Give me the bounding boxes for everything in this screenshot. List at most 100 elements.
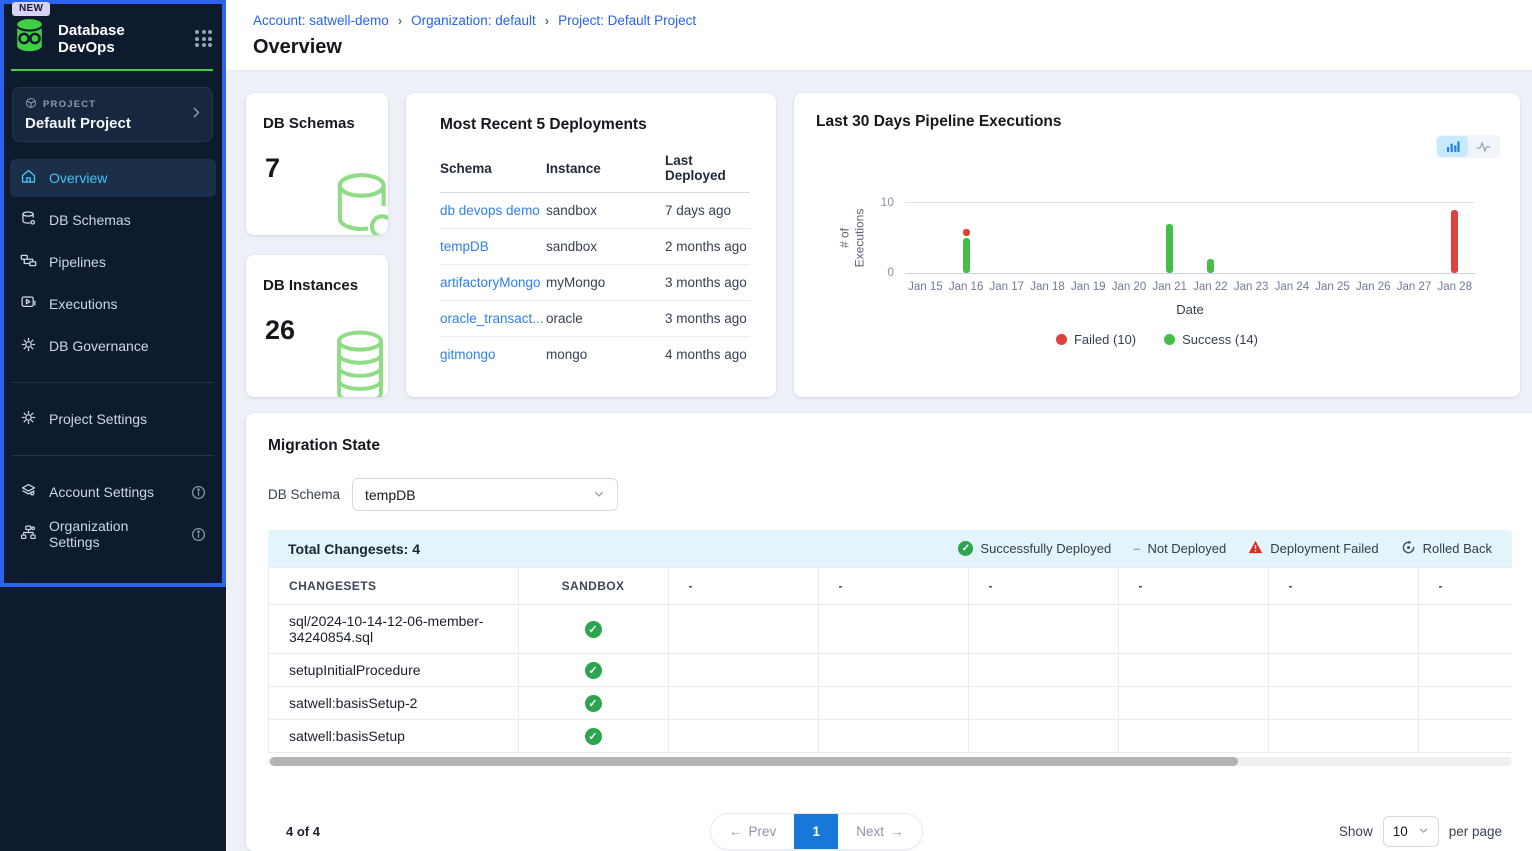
x-tick-label: Jan 24 [1271,281,1312,293]
horizontal-scrollbar-thumb[interactable] [270,757,1238,766]
x-tick-label: Jan 20 [1109,281,1150,293]
sidebar-item-db-schemas[interactable]: DB Schemas [10,201,216,239]
last-deployed-cell: 3 months ago [665,301,750,337]
db-schema-label: DB Schema [268,487,340,502]
database-devops-logo [11,16,48,61]
pipeline-executions-card: Last 30 Days Pipeline Executions # of Ex… [794,93,1520,397]
recent-deployments-table: Schema Instance Last Deployed db devops … [440,144,750,372]
sandbox-status-cell [518,654,668,687]
db-schema-selected-value: tempDB [365,487,416,503]
schema-link[interactable]: db devops demo [440,203,540,218]
x-tick-label: Jan 23 [1231,281,1272,293]
migration-state-title: Migration State [268,437,380,455]
success-check-icon [958,541,973,556]
horizontal-scrollbar-track[interactable] [268,757,1512,766]
play-icon [20,294,37,314]
schema-link[interactable]: artifactoryMongo [440,275,541,290]
db-schemas-label: DB Schemas [263,115,355,132]
per-page-select[interactable]: 10 [1383,816,1439,847]
bar-slot [905,203,946,273]
chevron-down-icon [593,487,605,503]
success-check-icon [585,728,602,745]
sidebar-item-overview[interactable]: Overview [10,159,216,197]
project-selector[interactable]: PROJECT Default Project [12,87,213,142]
sidebar-item-label: Executions [49,296,117,312]
sidebar-item-account-settings[interactable]: Account Settings [10,473,216,511]
sidebar-item-pipelines[interactable]: Pipelines [10,243,216,281]
org-chart-icon [20,524,37,544]
page-number-button[interactable]: 1 [794,814,838,849]
table-row: tempDB sandbox 2 months ago [440,229,750,265]
table-row: gitmongo mongo 4 months ago [440,337,750,373]
project-label: PROJECT [43,99,96,110]
changeset-row: satwell:basisSetup [269,720,1512,753]
x-tick-label: Jan 28 [1434,281,1475,293]
project-cube-icon [25,97,37,112]
bar-chart-toggle[interactable] [1437,136,1468,157]
schema-link[interactable]: gitmongo [440,347,496,362]
schema-link[interactable]: tempDB [440,239,489,254]
sidebar-item-executions[interactable]: Executions [10,285,216,323]
bar-slot [1109,203,1150,273]
changesets-panel: Total Changesets: 4 Successfully Deploye… [268,530,1512,766]
changeset-name: satwell:basisSetup [269,720,518,753]
brand-title: Database DevOps [58,22,185,56]
project-name: Default Project [25,115,186,132]
database-icon [20,210,37,230]
sidebar-item-label: Account Settings [49,484,154,500]
success-bar [1207,259,1214,273]
schema-link[interactable]: oracle_transact... [440,311,544,326]
sandbox-status-cell [518,720,668,753]
dash-icon: – [1133,541,1140,556]
x-tick-label: Jan 27 [1394,281,1435,293]
x-tick-label: Jan 21 [1149,281,1190,293]
instance-cell: mongo [546,337,665,373]
x-tick-label: Jan 26 [1353,281,1394,293]
next-page-button[interactable]: Next → [838,814,921,849]
legend-item-failed[interactable]: Failed (10) [1056,332,1136,347]
line-chart-toggle[interactable] [1468,136,1499,157]
layers-gear-icon [20,482,37,502]
sandbox-status-cell [518,605,668,654]
table-row: artifactoryMongo myMongo 3 months ago [440,265,750,301]
pagination: ← Prev 1 Next → [710,813,923,850]
recent-deployments-card: Most Recent 5 Deployments Schema Instanc… [406,93,776,397]
db-instances-card: DB Instances 26 [246,255,388,397]
prev-page-button[interactable]: ← Prev [711,814,794,849]
x-tick-label: Jan 17 [986,281,1027,293]
pipeline-icon [20,252,37,272]
breadcrumb-account-link[interactable]: Account: satwell-demo [253,13,389,28]
page-title: Overview [253,36,342,59]
sidebar-item-db-governance[interactable]: DB Governance [10,327,216,365]
divider [12,382,214,383]
changeset-name: setupInitialProcedure [269,654,518,687]
db-instances-label: DB Instances [263,277,358,294]
x-tick-label: Jan 25 [1312,281,1353,293]
last-deployed-cell: 7 days ago [665,193,750,229]
brand-underline [11,69,213,71]
sidebar-item-label: Organization Settings [49,518,179,550]
bar-slot [1271,203,1312,273]
db-schema-select[interactable]: tempDB [352,478,618,511]
info-icon[interactable] [191,485,206,500]
rollback-icon [1401,540,1416,558]
legend-item-success[interactable]: Success (14) [1164,332,1258,347]
column-header-dash: - [1118,568,1268,605]
column-header-dash: - [1268,568,1418,605]
home-icon [20,168,37,188]
page-header: Account: satwell-demo › Organization: de… [226,0,1532,71]
app-grid-icon[interactable] [195,30,212,47]
sidebar-item-organization-settings[interactable]: Organization Settings [10,515,216,553]
y-tick-label: 10 [862,195,894,209]
changeset-row: sql/2024-10-14-12-06-member-34240854.sql [269,605,1512,654]
info-icon[interactable] [191,527,206,542]
database-stack-icon [324,328,388,397]
success-legend-dot [1164,334,1175,345]
bar-slot [1312,203,1353,273]
gear-icon [20,409,37,429]
chart-x-axis-label: Date [905,302,1475,317]
instance-cell: sandbox [546,229,665,265]
breadcrumb-organization-link[interactable]: Organization: default [411,13,536,28]
breadcrumb-project-link[interactable]: Project: Default Project [558,13,696,28]
sidebar-item-project-settings[interactable]: Project Settings [10,400,216,438]
